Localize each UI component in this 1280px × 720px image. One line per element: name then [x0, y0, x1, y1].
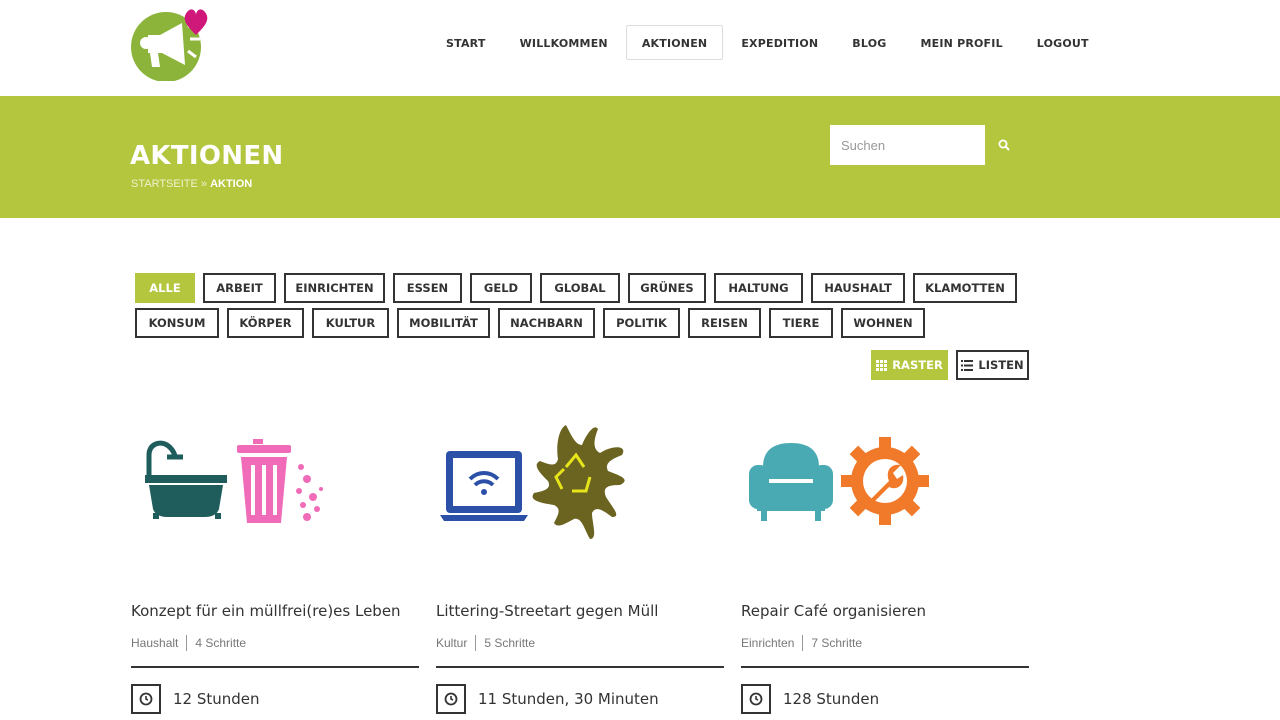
- breadcrumb: STARTSEITE » AKTION: [131, 178, 252, 190]
- filter-arbeit[interactable]: ARBEIT: [203, 273, 276, 303]
- view-list-label: LISTEN: [978, 358, 1024, 372]
- card-title[interactable]: Repair Café organisieren: [741, 602, 926, 620]
- action-card[interactable]: Konzept für ein müllfrei(re)es Leben Hau…: [131, 405, 419, 714]
- nav-item-logout[interactable]: LOGOUT: [1021, 25, 1105, 60]
- filter-wohnen[interactable]: WOHNEN: [841, 308, 925, 338]
- nav-item-aktionen[interactable]: AKTIONEN: [625, 25, 724, 60]
- filter-nachbarn[interactable]: NACHBARN: [498, 308, 595, 338]
- view-raster-button[interactable]: RASTER: [871, 350, 948, 380]
- filter-einrichten[interactable]: EINRICHTEN: [284, 273, 385, 303]
- search-input[interactable]: [830, 125, 985, 165]
- card-image[interactable]: [741, 405, 1029, 575]
- card-meta: Haushalt 4 Schritte: [131, 635, 246, 651]
- card-duration: 11 Stunden, 30 Minuten: [436, 684, 659, 714]
- clock-icon: [131, 684, 161, 714]
- filter-koerper[interactable]: KÖRPER: [227, 308, 304, 338]
- breadcrumb-current: AKTION: [210, 178, 253, 190]
- card-time-text: 12 Stunden: [173, 690, 260, 708]
- nav-item-expedition[interactable]: EXPEDITION: [725, 25, 834, 60]
- meta-divider: [186, 635, 188, 651]
- action-card[interactable]: Littering-Streetart gegen Müll Kultur 5 …: [436, 405, 724, 714]
- card-time-text: 11 Stunden, 30 Minuten: [478, 690, 659, 708]
- page-title: AKTIONEN: [130, 141, 284, 171]
- card-meta: Kultur 5 Schritte: [436, 635, 535, 651]
- armchair-icon: [749, 443, 833, 521]
- card-category[interactable]: Kultur: [436, 636, 467, 650]
- breadcrumb-home[interactable]: STARTSEITE: [131, 178, 198, 190]
- nav-item-start[interactable]: START: [430, 25, 502, 60]
- filter-politik[interactable]: POLITIK: [603, 308, 680, 338]
- trash-can-icon: [237, 439, 323, 523]
- list-icon: [961, 359, 974, 371]
- card-steps: 5 Schritte: [484, 636, 536, 650]
- filter-kultur[interactable]: KULTUR: [312, 308, 389, 338]
- filter-essen[interactable]: ESSEN: [393, 273, 462, 303]
- card-category[interactable]: Haushalt: [131, 636, 178, 650]
- filter-row-1: ALLE ARBEIT EINRICHTEN ESSEN GELD GLOBAL…: [135, 273, 1035, 303]
- nav-item-blog[interactable]: BLOG: [836, 25, 902, 60]
- card-title[interactable]: Littering-Streetart gegen Müll: [436, 602, 658, 620]
- card-steps: 7 Schritte: [811, 636, 863, 650]
- search-button[interactable]: [989, 132, 1019, 158]
- card-steps: 4 Schritte: [195, 636, 247, 650]
- meta-divider: [802, 635, 804, 651]
- filter-konsum[interactable]: KONSUM: [135, 308, 219, 338]
- action-card[interactable]: Repair Café organisieren Einrichten 7 Sc…: [741, 405, 1029, 714]
- filter-haltung[interactable]: HALTUNG: [714, 273, 803, 303]
- site-header: START WILLKOMMEN AKTIONEN EXPEDITION BLO…: [0, 0, 1280, 96]
- filter-row-2: KONSUM KÖRPER KULTUR MOBILITÄT NACHBARN …: [135, 308, 1035, 338]
- clock-icon: [741, 684, 771, 714]
- nav-item-mein-profil[interactable]: MEIN PROFIL: [904, 25, 1018, 60]
- filter-tiere[interactable]: TIERE: [769, 308, 833, 338]
- filter-klamotten[interactable]: KLAMOTTEN: [913, 273, 1017, 303]
- filter-haushalt[interactable]: HAUSHALT: [811, 273, 905, 303]
- card-image[interactable]: [131, 405, 419, 575]
- site-logo[interactable]: [130, 5, 212, 82]
- card-time-text: 128 Stunden: [783, 690, 880, 708]
- breadcrumb-separator: »: [200, 178, 208, 190]
- recycle-splat-icon: [532, 425, 625, 539]
- main-nav: START WILLKOMMEN AKTIONEN EXPEDITION BLO…: [430, 25, 1107, 60]
- card-meta: Einrichten 7 Schritte: [741, 635, 862, 651]
- card-duration: 12 Stunden: [131, 684, 260, 714]
- laptop-wifi-icon: [440, 451, 528, 521]
- nav-item-willkommen[interactable]: WILLKOMMEN: [504, 25, 624, 60]
- clock-icon: [436, 684, 466, 714]
- card-divider: [131, 666, 419, 668]
- card-image[interactable]: [436, 405, 724, 575]
- card-category[interactable]: Einrichten: [741, 636, 794, 650]
- filter-global[interactable]: GLOBAL: [540, 273, 620, 303]
- card-divider: [741, 666, 1029, 668]
- card-duration: 128 Stunden: [741, 684, 879, 714]
- view-raster-label: RASTER: [892, 358, 943, 372]
- page-banner: AKTIONEN STARTSEITE » AKTION: [0, 96, 1280, 218]
- search-icon: [998, 139, 1010, 151]
- filter-mobilitaet[interactable]: MOBILITÄT: [397, 308, 490, 338]
- meta-divider: [475, 635, 477, 651]
- view-list-button[interactable]: LISTEN: [956, 350, 1029, 380]
- card-divider: [436, 666, 724, 668]
- card-title[interactable]: Konzept für ein müllfrei(re)es Leben: [131, 602, 401, 620]
- filter-alle[interactable]: ALLE: [135, 273, 195, 303]
- bathtub-icon: [145, 440, 227, 519]
- gear-wrench-icon: [841, 437, 929, 525]
- grid-icon: [876, 359, 888, 371]
- filter-gruenes[interactable]: GRÜNES: [628, 273, 706, 303]
- filter-geld[interactable]: GELD: [470, 273, 532, 303]
- category-filters: ALLE ARBEIT EINRICHTEN ESSEN GELD GLOBAL…: [135, 273, 1035, 343]
- filter-reisen[interactable]: REISEN: [688, 308, 761, 338]
